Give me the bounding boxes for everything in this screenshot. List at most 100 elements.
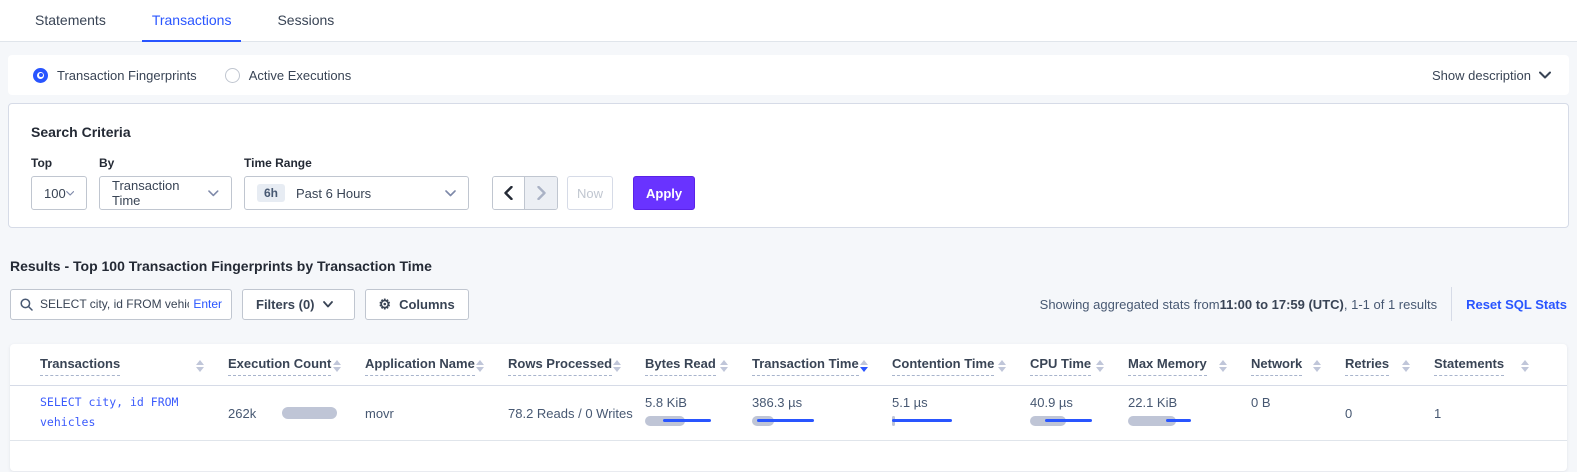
search-enter-button[interactable]: Enter [193, 297, 222, 311]
column-header-bytes-read: Bytes Read [645, 344, 752, 385]
bytes-read-bar [645, 416, 715, 426]
search-criteria-title: Search Criteria [31, 124, 1546, 140]
table-row: SELECT city, id FROM vehicles 262k movr … [10, 386, 1567, 441]
column-header-label[interactable]: Max Memory [1128, 356, 1207, 376]
cell-execution-count: 262k [228, 406, 365, 421]
chevron-down-icon [66, 190, 74, 197]
sort-icon[interactable] [1219, 360, 1227, 372]
cpu-time-bar [1030, 416, 1100, 426]
cell-statements: 1 [1434, 406, 1553, 421]
sort-icon[interactable] [333, 360, 341, 372]
sort-icon[interactable] [720, 360, 728, 372]
sort-icon[interactable] [1313, 360, 1321, 372]
time-range-badge: 6h [257, 184, 285, 202]
results-title: Results - Top 100 Transaction Fingerprin… [10, 258, 1567, 274]
time-range-label: Time Range [244, 156, 469, 170]
columns-button[interactable]: ⚙ Columns [365, 289, 469, 320]
column-header-label[interactable]: Contention Time [892, 356, 994, 376]
radio-selected-icon [33, 68, 48, 83]
top-field: Top 100 [31, 156, 87, 210]
stats-prefix: Showing aggregated stats from [1040, 297, 1220, 312]
column-header-transactions: Transactions [40, 344, 228, 385]
sort-icon[interactable] [1402, 360, 1410, 372]
sort-icon[interactable] [1096, 360, 1104, 372]
cell-bytes-read: 5.8 KiB [645, 386, 752, 426]
column-header-application-name: Application Name [365, 344, 508, 385]
column-header-transaction-time: Transaction Time [752, 344, 892, 385]
column-header-label[interactable]: Transaction Time [752, 356, 859, 376]
transaction-fingerprint-link[interactable]: SELECT city, id FROM vehicles [40, 393, 200, 432]
column-header-statements: Statements [1434, 344, 1553, 385]
stats-range: 11:00 to 17:59 (UTC) [1220, 297, 1344, 312]
search-icon [20, 298, 33, 311]
show-description-toggle[interactable]: Show description [1432, 68, 1551, 83]
now-button[interactable]: Now [567, 176, 613, 210]
sort-icon[interactable] [196, 360, 204, 372]
execution-count-bar [282, 407, 337, 419]
column-header-rows-processed: Rows Processed [508, 344, 645, 385]
column-header-max-memory: Max Memory [1128, 344, 1251, 385]
column-header-label[interactable]: Rows Processed [508, 356, 612, 376]
chevron-left-icon [504, 186, 513, 200]
next-range-button[interactable] [525, 177, 557, 209]
transaction-time-value: 386.3 µs [752, 395, 882, 410]
apply-button[interactable]: Apply [633, 176, 695, 210]
sort-icon[interactable] [998, 360, 1006, 372]
column-header-label[interactable]: CPU Time [1030, 356, 1091, 376]
column-header-label[interactable]: Retries [1345, 356, 1389, 376]
column-header-label[interactable]: Application Name [365, 356, 475, 376]
chevron-down-icon [1539, 71, 1551, 79]
search-input[interactable] [40, 297, 189, 311]
cell-cpu-time: 40.9 µs [1030, 386, 1128, 426]
view-toggle-bar: Transaction Fingerprints Active Executio… [8, 55, 1569, 95]
column-header-network: Network [1251, 344, 1345, 385]
stats-suffix: , 1-1 of 1 results [1344, 297, 1437, 312]
column-header-retries: Retries [1345, 344, 1434, 385]
column-header-cpu-time: CPU Time [1030, 344, 1128, 385]
column-header-label[interactable]: Transactions [40, 356, 120, 376]
by-label: By [99, 156, 232, 170]
filters-button[interactable]: Filters (0) [242, 289, 355, 320]
reset-sql-stats-link[interactable]: Reset SQL Stats [1466, 297, 1567, 312]
results-table: Transactions Execution Count Application… [10, 344, 1567, 471]
tab-statements[interactable]: Statements [25, 12, 116, 42]
divider [1451, 287, 1452, 321]
column-header-execution-count: Execution Count [228, 344, 365, 385]
tab-sessions[interactable]: Sessions [267, 12, 344, 42]
sort-icon[interactable] [476, 360, 484, 372]
cell-transaction-time: 386.3 µs [752, 386, 892, 426]
transaction-time-bar [752, 416, 822, 426]
time-range-nav [492, 176, 558, 210]
top-select-value: 100 [44, 186, 66, 201]
radio-transaction-fingerprints[interactable]: Transaction Fingerprints [33, 68, 197, 83]
chevron-down-icon [208, 190, 219, 197]
cell-contention-time: 5.1 µs [892, 386, 1030, 426]
cell-retries: 0 [1345, 406, 1434, 421]
column-header-label[interactable]: Network [1251, 356, 1302, 376]
tab-transactions[interactable]: Transactions [142, 12, 242, 42]
sort-icon[interactable] [613, 360, 621, 372]
results-controls: Enter Filters (0) ⚙ Columns Showing aggr… [10, 287, 1567, 321]
contention-time-value: 5.1 µs [892, 395, 1020, 410]
radio-active-executions[interactable]: Active Executions [225, 68, 352, 83]
top-select[interactable]: 100 [31, 176, 87, 210]
radio-label: Transaction Fingerprints [57, 68, 197, 83]
page-tabs: Statements Transactions Sessions [0, 0, 1577, 42]
by-field: By Transaction Time [99, 156, 232, 210]
time-range-select[interactable]: 6h Past 6 Hours [244, 176, 469, 210]
prev-range-button[interactable] [493, 177, 525, 209]
cell-network: 0 B [1251, 386, 1345, 410]
sort-icon[interactable] [1521, 360, 1529, 372]
sort-icon-active-desc[interactable] [860, 360, 868, 372]
by-select[interactable]: Transaction Time [99, 176, 232, 210]
column-header-contention-time: Contention Time [892, 344, 1030, 385]
bytes-read-value: 5.8 KiB [645, 395, 742, 410]
by-select-value: Transaction Time [112, 178, 208, 208]
column-header-label[interactable]: Statements [1434, 356, 1504, 376]
chevron-down-icon [323, 301, 333, 308]
column-header-label[interactable]: Bytes Read [645, 356, 716, 376]
cell-max-memory: 22.1 KiB [1128, 386, 1251, 426]
column-header-label[interactable]: Execution Count [228, 356, 331, 376]
time-range-field: Time Range 6h Past 6 Hours [244, 156, 469, 210]
top-label: Top [31, 156, 87, 170]
